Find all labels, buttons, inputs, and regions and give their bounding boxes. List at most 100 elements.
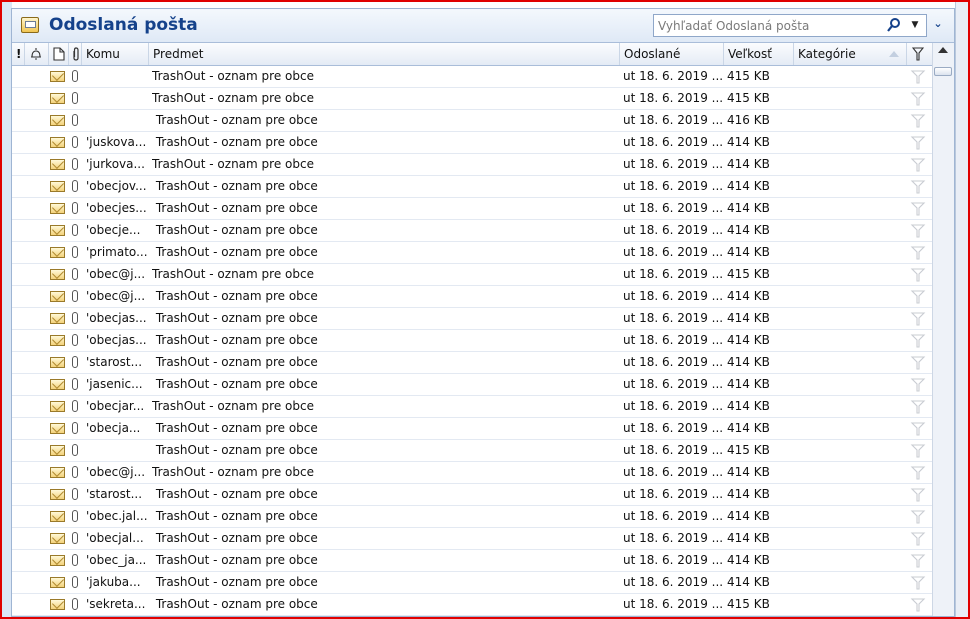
paperclip-icon [72, 444, 78, 456]
message-sent: ut 18. 6. 2019 ... [623, 113, 723, 127]
envelope-icon [50, 159, 65, 170]
column-reminder[interactable] [25, 43, 49, 65]
message-to: 'starost... [86, 355, 143, 369]
flag-icon[interactable] [910, 422, 926, 436]
message-row[interactable]: TrashOut - oznam pre obce ut 18. 6. 2019 … [12, 440, 932, 462]
message-row[interactable]: 'obecjas... TrashOut - oznam pre obce ut … [12, 308, 932, 330]
scroll-up-arrow-icon[interactable] [938, 47, 948, 53]
message-subject: TrashOut - oznam pre obce [152, 245, 318, 259]
flag-icon[interactable] [910, 400, 926, 414]
message-row[interactable]: 'jasenic... TrashOut - oznam pre obce ut … [12, 374, 932, 396]
flag-icon[interactable] [910, 510, 926, 524]
message-row[interactable]: 'obec_ja... TrashOut - oznam pre obce ut … [12, 550, 932, 572]
column-importance[interactable]: ! [12, 43, 25, 65]
paperclip-icon [72, 400, 78, 412]
message-row[interactable]: 'starost... TrashOut - oznam pre obce ut … [12, 352, 932, 374]
flag-icon[interactable] [910, 202, 926, 216]
search-input[interactable] [654, 15, 880, 36]
message-row[interactable]: 'obecje... TrashOut - oznam pre obce ut 1… [12, 220, 932, 242]
search-icon[interactable] [886, 17, 902, 33]
message-row[interactable]: 'obecjas... TrashOut - oznam pre obce ut … [12, 330, 932, 352]
envelope-icon [50, 577, 65, 588]
envelope-icon [50, 137, 65, 148]
flag-icon[interactable] [910, 92, 926, 106]
column-attachment[interactable] [69, 43, 82, 65]
message-to: 'obecjes... [86, 201, 147, 215]
message-subject: TrashOut - oznam pre obce [152, 509, 318, 523]
flag-icon[interactable] [910, 180, 926, 194]
column-size[interactable]: Veľkosť [724, 43, 794, 65]
message-row[interactable]: 'obec@j... TrashOut - oznam pre obce ut 18… [12, 264, 932, 286]
flag-icon[interactable] [910, 70, 926, 84]
flag-icon[interactable] [910, 114, 926, 128]
message-row[interactable]: 'obec@j... TrashOut - oznam pre obce ut 1… [12, 286, 932, 308]
vertical-scrollbar[interactable] [932, 43, 954, 616]
column-sent[interactable]: Odoslané [620, 43, 724, 65]
message-row[interactable]: 'obec@j... TrashOut - oznam pre obce ut 18… [12, 462, 932, 484]
column-flag[interactable] [907, 43, 932, 65]
message-row[interactable]: 'obecjov... TrashOut - oznam pre obce ut … [12, 176, 932, 198]
envelope-icon [50, 71, 65, 82]
message-row[interactable]: 'sekreta... TrashOut - oznam pre obce ut … [12, 594, 932, 616]
message-subject: TrashOut - oznam pre obce [152, 487, 318, 501]
message-subject: TrashOut - oznam pre obce [152, 333, 318, 347]
flag-icon[interactable] [910, 158, 926, 172]
flag-icon[interactable] [910, 576, 926, 590]
message-subject: TrashOut - oznam pre obce [152, 399, 314, 413]
message-row[interactable]: 'primato... TrashOut - oznam pre obce ut … [12, 242, 932, 264]
flag-icon[interactable] [910, 246, 926, 260]
message-row[interactable]: TrashOut - oznam pre obce ut 18. 6. 2019 … [12, 66, 932, 88]
flag-icon[interactable] [910, 444, 926, 458]
envelope-icon [50, 467, 65, 478]
flag-icon[interactable] [910, 488, 926, 502]
chevron-down-icon[interactable]: ▼ [906, 15, 924, 36]
message-row[interactable]: 'obec.jal... TrashOut - oznam pre obce ut… [12, 506, 932, 528]
flag-icon[interactable] [910, 598, 926, 612]
flag-icon[interactable] [910, 532, 926, 546]
flag-icon[interactable] [910, 136, 926, 150]
message-subject: TrashOut - oznam pre obce [152, 179, 318, 193]
message-row[interactable]: TrashOut - oznam pre obce ut 18. 6. 2019 … [12, 110, 932, 132]
message-row[interactable]: 'starost... TrashOut - oznam pre obce ut … [12, 484, 932, 506]
message-row[interactable]: 'jurkova... TrashOut - oznam pre obce ut 1… [12, 154, 932, 176]
message-row[interactable]: 'jakuba... TrashOut - oznam pre obce ut 1… [12, 572, 932, 594]
message-row[interactable]: 'obecjar... TrashOut - oznam pre obce ut 1… [12, 396, 932, 418]
flag-icon[interactable] [910, 334, 926, 348]
scrollbar-thumb[interactable] [934, 67, 952, 76]
flag-icon[interactable] [910, 356, 926, 370]
message-row[interactable]: 'juskova... TrashOut - oznam pre obce ut … [12, 132, 932, 154]
message-row[interactable]: 'obecjal... TrashOut - oznam pre obce ut … [12, 528, 932, 550]
message-row[interactable]: TrashOut - oznam pre obce ut 18. 6. 2019 … [12, 88, 932, 110]
message-sent: ut 18. 6. 2019 ... [623, 223, 723, 237]
message-subject: TrashOut - oznam pre obce [152, 267, 314, 281]
double-chevron-down-icon[interactable]: ⌄ [930, 17, 946, 33]
message-subject: TrashOut - oznam pre obce [152, 135, 318, 149]
message-row[interactable]: 'obecja... TrashOut - oznam pre obce ut 1… [12, 418, 932, 440]
envelope-icon [50, 599, 65, 610]
search-box[interactable]: ▼ [653, 14, 927, 37]
message-sent: ut 18. 6. 2019 ... [623, 289, 723, 303]
message-row[interactable]: 'obecjes... TrashOut - oznam pre obce ut … [12, 198, 932, 220]
flag-icon[interactable] [910, 224, 926, 238]
column-to[interactable]: Komu [82, 43, 149, 65]
column-subject[interactable]: Predmet [149, 43, 620, 65]
message-sent: ut 18. 6. 2019 ... [623, 311, 723, 325]
message-list: TrashOut - oznam pre obce ut 18. 6. 2019 … [12, 66, 932, 616]
message-to: 'jakuba... [86, 575, 141, 589]
flag-icon[interactable] [910, 554, 926, 568]
flag-icon[interactable] [910, 268, 926, 282]
envelope-icon [50, 423, 65, 434]
message-subject: TrashOut - oznam pre obce [152, 91, 314, 105]
paperclip-icon [72, 92, 78, 104]
flag-icon[interactable] [910, 290, 926, 304]
message-subject: TrashOut - oznam pre obce [152, 223, 318, 237]
message-size: 416 KB [727, 113, 770, 127]
flag-icon[interactable] [910, 466, 926, 480]
message-size: 414 KB [727, 575, 770, 589]
message-to: 'obecjal... [86, 531, 144, 545]
flag-icon[interactable] [910, 378, 926, 392]
flag-icon[interactable] [910, 312, 926, 326]
column-type[interactable] [49, 43, 69, 65]
todo-bar-edge [955, 2, 968, 617]
message-subject: TrashOut - oznam pre obce [152, 157, 314, 171]
